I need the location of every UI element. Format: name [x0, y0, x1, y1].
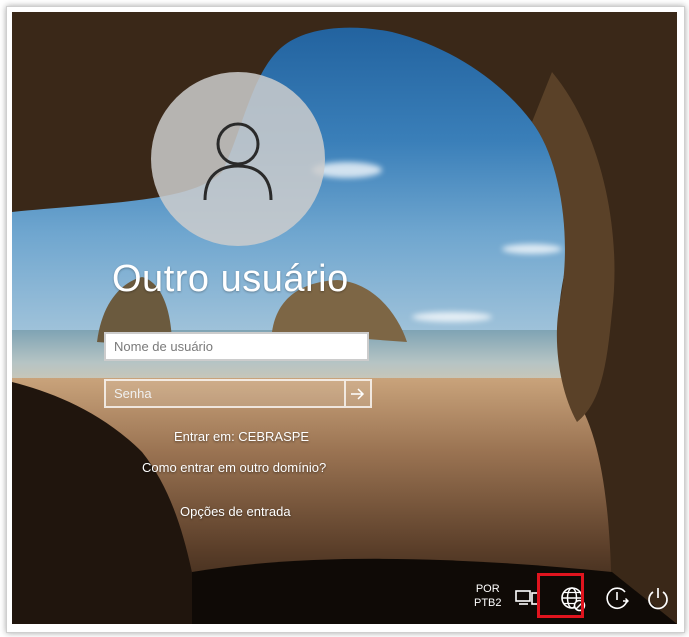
arrow-right-icon: [351, 387, 365, 400]
language-code: POR: [475, 583, 500, 595]
sign-in-options-link[interactable]: Opções de entrada: [180, 504, 291, 519]
keyboard-layout: PTB2: [474, 597, 502, 609]
user-title: Outro usuário: [112, 258, 349, 300]
password-input[interactable]: [104, 379, 344, 408]
power-icon[interactable]: [642, 584, 674, 614]
language-indicator[interactable]: POR PTB2: [474, 582, 502, 610]
submit-arrow-button[interactable]: [344, 379, 372, 408]
ease-of-access-icon[interactable]: [602, 584, 634, 614]
other-domain-link[interactable]: Como entrar em outro domínio?: [142, 460, 326, 475]
user-icon: [203, 122, 273, 201]
username-input[interactable]: [104, 332, 369, 361]
highlight-box: [537, 573, 584, 618]
cave-arch: [12, 12, 677, 624]
sign-in-domain-text: Entrar em: CEBRASPE: [174, 429, 310, 444]
user-avatar: [151, 72, 325, 246]
login-screen: Outro usuário Entrar em: CEBRASPE Como e…: [12, 12, 677, 624]
background-scenery: [12, 12, 677, 624]
